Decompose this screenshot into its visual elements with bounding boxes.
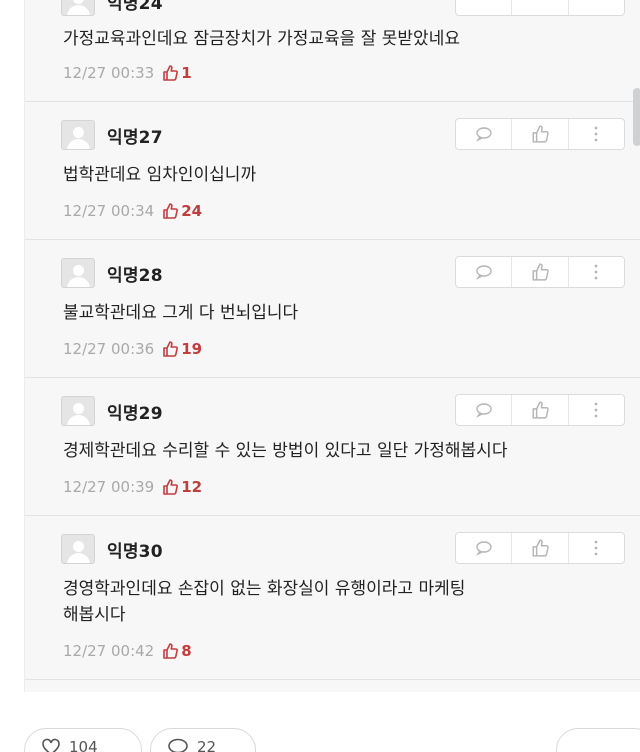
bottom-action-bar: 104 22 bbox=[0, 692, 640, 752]
thumbs-up-icon bbox=[163, 643, 179, 659]
default-avatar-icon bbox=[61, 258, 95, 288]
default-avatar-icon bbox=[61, 120, 95, 150]
comment-item: 익명29 경제학관데요 수리할 수 있는 방법이 있다고 일단 가정해봅시다 1… bbox=[25, 378, 640, 516]
like-count-value: 8 bbox=[181, 642, 192, 660]
vertical-dots-icon bbox=[594, 540, 598, 556]
comment-like-count: 12 bbox=[162, 478, 202, 496]
speech-bubble-icon bbox=[168, 738, 188, 752]
comment-like-count: 19 bbox=[162, 340, 202, 358]
like-button[interactable] bbox=[512, 257, 569, 287]
like-count-value: 1 bbox=[181, 64, 192, 82]
comment-time: 12/27 00:34 bbox=[63, 202, 155, 220]
default-avatar-icon bbox=[61, 534, 95, 564]
comment-action-group bbox=[455, 0, 625, 16]
speech-bubble-icon bbox=[475, 541, 492, 556]
comment-item: 익명24 가정교육과인데요 잠금장치가 가정교육을 잘 못받았네요 12/27 … bbox=[25, 0, 640, 102]
comment-item: 익명27 법학관데요 임차인이십니까 12/27 00:34 24 bbox=[25, 102, 640, 240]
like-button[interactable] bbox=[512, 395, 569, 425]
comment-like-count: 24 bbox=[162, 202, 202, 220]
comment-nickname: 익명28 bbox=[107, 265, 163, 286]
vertical-dots-icon bbox=[594, 264, 598, 280]
thumbs-up-icon bbox=[532, 263, 549, 281]
comment-text-line: 경영학과인데요 손잡이 없는 화장실이 유행이라고 마케팅 bbox=[63, 579, 466, 599]
more-button[interactable] bbox=[569, 395, 624, 425]
like-button[interactable] bbox=[512, 0, 569, 15]
comment-list: 익명24 가정교육과인데요 잠금장치가 가정교육을 잘 못받았네요 12/27 … bbox=[24, 0, 640, 692]
like-count-value: 24 bbox=[181, 202, 203, 220]
comment-nickname: 익명30 bbox=[107, 541, 163, 562]
comment-nickname: 익명29 bbox=[107, 403, 163, 424]
comment-text: 불교학관데요 그게 다 번뇌입니다 bbox=[63, 303, 299, 323]
comment-text: 경영학과인데요 손잡이 없는 화장실이 유행이라고 마케팅 해봅시다 bbox=[63, 576, 623, 628]
post-comment-count: 22 bbox=[197, 738, 217, 752]
comment-meta: 12/27 00:33 1 bbox=[63, 64, 192, 82]
more-button[interactable] bbox=[569, 257, 624, 287]
post-like-count: 104 bbox=[69, 738, 98, 752]
comment-like-count: 1 bbox=[162, 64, 192, 82]
vertical-dots-icon bbox=[594, 126, 598, 142]
comment-header: 익명29 bbox=[61, 396, 163, 426]
comment-nickname: 익명24 bbox=[107, 0, 163, 14]
comment-nickname: 익명27 bbox=[107, 127, 163, 148]
thumbs-up-icon bbox=[163, 341, 179, 357]
speech-bubble-icon bbox=[475, 127, 492, 142]
comment-header: 익명24 bbox=[61, 0, 163, 16]
comment-item: 익명28 불교학관데요 그게 다 번뇌입니다 12/27 00:36 19 bbox=[25, 240, 640, 378]
more-button[interactable] bbox=[569, 533, 624, 563]
comment-action-group bbox=[455, 532, 625, 564]
comment-meta: 12/27 00:39 12 bbox=[63, 478, 202, 496]
thumbs-up-icon bbox=[532, 539, 549, 557]
thumbs-up-icon bbox=[163, 65, 179, 81]
speech-bubble-icon bbox=[475, 265, 492, 280]
comment-like-count: 8 bbox=[162, 642, 192, 660]
reply-button[interactable] bbox=[456, 395, 513, 425]
comment-item: 익명30 경영학과인데요 손잡이 없는 화장실이 유행이라고 마케팅 해봅시다 … bbox=[25, 516, 640, 680]
default-avatar-icon bbox=[61, 0, 95, 16]
like-count-value: 12 bbox=[181, 478, 203, 496]
comment-text: 경제학관데요 수리할 수 있는 방법이 있다고 일단 가정해봅시다 bbox=[63, 441, 508, 461]
like-button[interactable] bbox=[512, 119, 569, 149]
comment-meta: 12/27 00:42 8 bbox=[63, 642, 192, 660]
comment-time: 12/27 00:42 bbox=[63, 642, 155, 660]
scrollbar-thumb[interactable] bbox=[633, 88, 640, 146]
reply-button[interactable] bbox=[456, 533, 513, 563]
comment-text: 가정교육과인데요 잠금장치가 가정교육을 잘 못받았네요 bbox=[63, 29, 460, 49]
comment-header: 익명27 bbox=[61, 120, 163, 150]
thumbs-up-icon bbox=[532, 125, 549, 143]
like-count-value: 19 bbox=[181, 340, 203, 358]
speech-bubble-icon bbox=[475, 403, 492, 418]
comment-time: 12/27 00:39 bbox=[63, 478, 155, 496]
comment-text-line: 해봅시다 bbox=[63, 605, 126, 625]
reply-button[interactable] bbox=[456, 257, 513, 287]
comment-meta: 12/27 00:34 24 bbox=[63, 202, 202, 220]
comment-time: 12/27 00:33 bbox=[63, 64, 155, 82]
reply-button[interactable] bbox=[456, 0, 513, 15]
thumbs-up-icon bbox=[532, 401, 549, 419]
post-comment-button[interactable]: 22 bbox=[150, 728, 256, 752]
heart-icon bbox=[42, 738, 60, 752]
comment-header: 익명30 bbox=[61, 534, 163, 564]
post-like-button[interactable]: 104 bbox=[24, 728, 142, 752]
comment-header: 익명28 bbox=[61, 258, 163, 288]
reply-button[interactable] bbox=[456, 119, 513, 149]
comment-meta: 12/27 00:36 19 bbox=[63, 340, 202, 358]
comment-text: 법학관데요 임차인이십니까 bbox=[63, 165, 257, 185]
default-avatar-icon bbox=[61, 396, 95, 426]
like-button[interactable] bbox=[512, 533, 569, 563]
vertical-dots-icon bbox=[594, 402, 598, 418]
more-button[interactable] bbox=[569, 0, 624, 15]
comment-time: 12/27 00:36 bbox=[63, 340, 155, 358]
comment-action-group bbox=[455, 256, 625, 288]
comment-action-group bbox=[455, 394, 625, 426]
thumbs-up-icon bbox=[163, 203, 179, 219]
more-button[interactable] bbox=[569, 119, 624, 149]
comment-action-group bbox=[455, 118, 625, 150]
thumbs-up-icon bbox=[163, 479, 179, 495]
post-share-button[interactable] bbox=[556, 728, 640, 752]
